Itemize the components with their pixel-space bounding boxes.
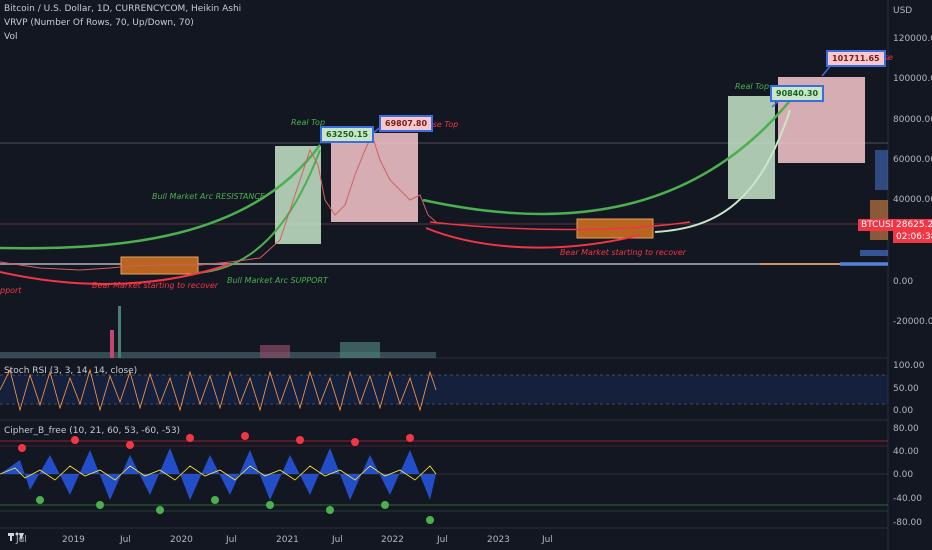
callout-63250[interactable]: 63250.15 (320, 126, 375, 143)
time-tick-jul-2023: Jul (542, 535, 553, 545)
time-tick-2020: 2020 (170, 535, 193, 545)
time-tick-2022: 2022 (381, 535, 404, 545)
time-tick-2019: 2019 (62, 535, 85, 545)
time-tick-jul-2021: Jul (332, 535, 343, 545)
time-tick-jul-2022: Jul (437, 535, 448, 545)
price-tick-60000: 60000.00 (893, 155, 932, 165)
cipher-tick-0: 0.00 (893, 470, 914, 480)
countdown-tag: 02:06:38 (893, 231, 932, 243)
real-top-label-2: Real Top (735, 82, 770, 91)
callout-101711[interactable]: 101711.65 (826, 50, 886, 67)
false-top-box-1 (331, 133, 418, 222)
time-tick-2023: 2023 (487, 535, 510, 545)
real-top-box-2 (728, 96, 775, 199)
cipher-tick-80: 80.00 (893, 424, 919, 434)
cipher-wave-area (0, 448, 436, 500)
price-tick-80000: 80000.00 (893, 115, 932, 125)
stoch-rsi-label[interactable]: Stoch RSI (3, 3, 14, 14, close) (4, 366, 137, 376)
time-tick-jul-2019: Jul (120, 535, 131, 545)
bull-resistance-label: Bull Market Arc RESISTANCE (152, 192, 265, 201)
price-tick-neg20000: -20000.00 (893, 317, 932, 327)
price-tick-100000: 100000.00 (893, 74, 932, 84)
price-axis-currency: USD (893, 6, 913, 16)
cipher-tick-neg80: -80.00 (893, 518, 923, 528)
callout-69807[interactable]: 69807.80 (379, 115, 434, 132)
stoch-tick-100: 100.00 (893, 361, 925, 371)
vrvp-histogram (760, 150, 888, 266)
stoch-tick-0: 0.00 (893, 406, 914, 416)
bull-support-label: Bull Market Arc SUPPORT (227, 276, 328, 285)
volume-histogram (0, 306, 436, 358)
tv-logo-icon[interactable] (8, 528, 24, 542)
bear-recover-label-1: Bear Market starting to recover (92, 281, 219, 290)
price-tick-40000: 40000.00 (893, 195, 932, 205)
price-tick-120000: 120000.00 (893, 34, 932, 44)
support-label-cut: pport (0, 286, 22, 295)
cipher-tick-neg40: -40.00 (893, 494, 923, 504)
cipher-b-label[interactable]: Cipher_B_free (10, 21, 60, 53, -60, -53) (4, 426, 180, 436)
time-tick-jul-2020: Jul (226, 535, 237, 545)
price-tick-0: 0.00 (893, 277, 914, 287)
time-tick-2021: 2021 (276, 535, 299, 545)
bear-recover-label-2: Bear Market starting to recover (560, 248, 687, 257)
chart-root[interactable]: Bitcoin / U.S. Dollar, 1D, CURRENCYCOM, … (0, 0, 932, 550)
stoch-tick-50: 50.00 (893, 384, 919, 394)
main-chart-svg (0, 0, 889, 550)
real-top-box-1 (275, 146, 321, 244)
last-price-tag: 28625.20 (893, 219, 932, 231)
cipher-tick-40: 40.00 (893, 447, 919, 457)
callout-90840[interactable]: 90840.30 (770, 85, 825, 102)
